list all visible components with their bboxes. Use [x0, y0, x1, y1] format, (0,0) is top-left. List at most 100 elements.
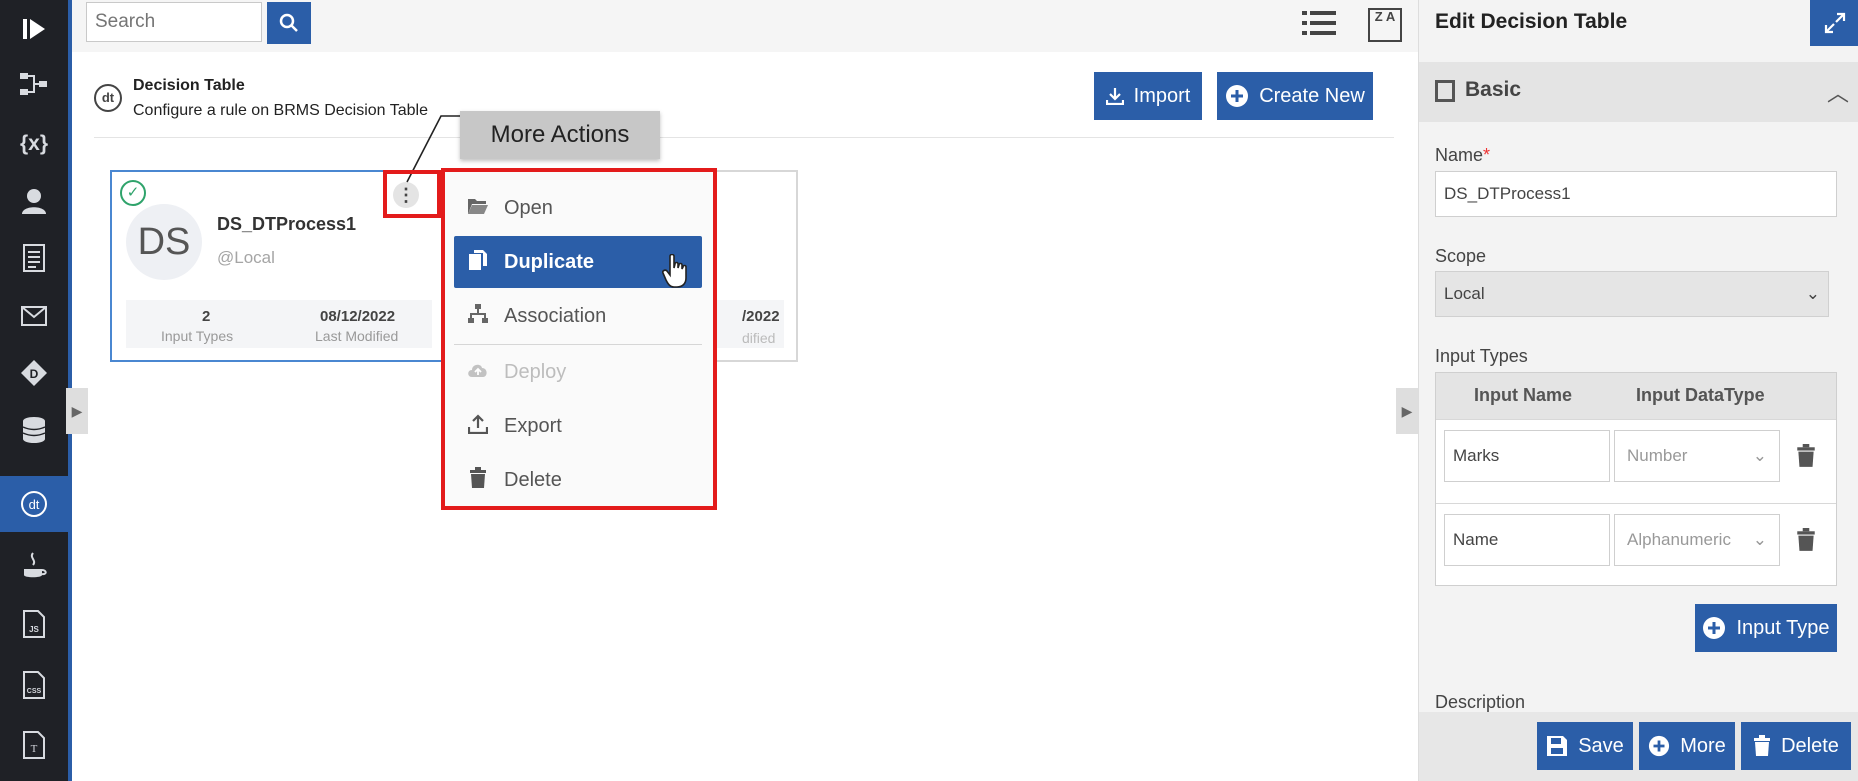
menu-item-open[interactable]: Open — [454, 182, 702, 234]
create-new-label: Create New — [1259, 84, 1365, 107]
delete-row-button[interactable] — [1796, 444, 1816, 468]
name-field[interactable]: DS_DTProcess1 — [1435, 171, 1837, 217]
variables-icon[interactable]: {x} — [0, 115, 68, 173]
left-nav-rail: {x} D dt JS CSS T — [0, 0, 72, 781]
chevron-up-icon: ︿ — [1827, 81, 1850, 106]
save-icon — [1547, 736, 1568, 756]
input-name-field[interactable]: Name — [1444, 514, 1610, 566]
last-modified-value: 08/12/2022 — [320, 308, 396, 325]
svg-text:T: T — [31, 743, 38, 755]
svg-text:CSS: CSS — [27, 688, 42, 695]
menu-item-label: Duplicate — [504, 250, 595, 273]
cloud-upload-icon — [466, 361, 490, 384]
css-file-icon[interactable]: CSS — [0, 656, 68, 714]
decision-table-header-icon: dt — [94, 84, 122, 112]
table-row: Marks Number ⌄ — [1436, 419, 1836, 504]
col-input-name: Input Name — [1474, 385, 1573, 405]
menu-item-label: Deploy — [504, 360, 567, 383]
document-icon[interactable] — [0, 229, 68, 287]
input-type-label: Input Type — [1736, 616, 1830, 639]
save-button[interactable]: Save — [1537, 722, 1633, 770]
panel-footer: Save More Delete — [1419, 712, 1858, 781]
database-icon[interactable] — [0, 401, 68, 459]
js-file-icon[interactable]: JS — [0, 595, 68, 653]
description-label: Description — [1435, 692, 1526, 712]
java-icon[interactable] — [0, 537, 68, 595]
input-types-table: Input Name Input DataType Marks Number ⌄… — [1435, 372, 1837, 586]
menu-item-label: Association — [504, 304, 607, 327]
menu-item-deploy: Deploy — [454, 346, 702, 398]
hand-cursor-icon — [662, 253, 688, 295]
upload-icon — [466, 413, 490, 439]
text-file-icon[interactable]: T — [0, 716, 68, 774]
search-button[interactable] — [267, 2, 311, 44]
menu-item-association[interactable]: Association — [454, 290, 702, 342]
page-title: Decision Table — [133, 77, 245, 94]
search-input[interactable] — [86, 2, 262, 42]
section-icon — [1435, 80, 1455, 102]
card-scope: @Local — [217, 248, 275, 267]
panel-title: Edit Decision Table — [1435, 10, 1628, 33]
decision-icon[interactable]: D — [0, 344, 68, 402]
list-view-button[interactable] — [1301, 8, 1337, 40]
plus-circle-icon — [1649, 735, 1670, 757]
download-icon — [1105, 88, 1124, 105]
menu-item-label: Delete — [504, 468, 562, 491]
scope-label: Scope — [1435, 246, 1487, 266]
trash-icon — [1797, 444, 1815, 467]
delete-label: Delete — [1781, 734, 1839, 757]
table-header: Input Name Input DataType — [1436, 373, 1836, 419]
menu-divider — [454, 344, 702, 345]
input-types-count: 2 — [202, 308, 211, 325]
import-label: Import — [1133, 84, 1191, 107]
name-label: Name* — [1435, 145, 1491, 165]
card2-modified-value: /2022 — [742, 308, 780, 325]
col-input-datatype: Input DataType — [1636, 385, 1765, 405]
decision-table-icon[interactable]: dt — [0, 476, 68, 532]
collapse-left-toggle[interactable]: ▶ — [66, 388, 88, 434]
process-flow-icon[interactable] — [0, 55, 68, 113]
input-name-field[interactable]: Marks — [1444, 430, 1610, 482]
section-title: Basic — [1465, 78, 1522, 101]
expand-button[interactable] — [1810, 0, 1858, 46]
more-actions-menu: Open Duplicate Association Deploy Export… — [441, 168, 717, 510]
check-circle-icon: ✓ — [120, 180, 146, 206]
edit-panel: Edit Decision Table Basic ︿ Name* DS_DTP… — [1418, 0, 1858, 781]
chevron-down-icon: ⌄ — [1752, 446, 1767, 465]
add-input-type-button[interactable]: Input Type — [1695, 604, 1837, 652]
mail-icon[interactable] — [0, 287, 68, 345]
collapse-right-toggle[interactable]: ▶ — [1396, 388, 1418, 434]
card-title: DS_DTProcess1 — [217, 214, 357, 234]
sort-button[interactable]: Z A — [1368, 8, 1402, 42]
trash-icon — [1754, 735, 1771, 756]
main-content: dt Decision Table Configure a rule on BR… — [72, 52, 1418, 781]
header-divider — [94, 137, 1394, 138]
menu-item-export[interactable]: Export — [454, 400, 702, 452]
svg-text:D: D — [30, 367, 39, 381]
trash-icon — [466, 466, 490, 494]
import-button[interactable]: Import — [1094, 72, 1202, 120]
last-modified-label: Last Modified — [315, 328, 399, 344]
user-icon[interactable] — [0, 172, 68, 230]
logo-icon[interactable] — [0, 0, 68, 58]
chevron-down-icon: ⌄ — [1752, 530, 1767, 549]
create-new-button[interactable]: Create New — [1217, 72, 1373, 120]
avatar: DS — [126, 204, 202, 280]
sort-icon: Z A — [1374, 9, 1396, 24]
card2-modified-label: dified — [742, 330, 776, 346]
input-types-label: Input Types — [161, 328, 234, 344]
expand-icon — [1824, 12, 1845, 34]
plus-circle-icon — [1703, 617, 1726, 639]
delete-button[interactable]: Delete — [1741, 722, 1851, 770]
basic-section-header[interactable]: Basic ︿ — [1419, 62, 1858, 122]
search-icon — [279, 13, 298, 32]
folder-open-icon — [466, 197, 490, 220]
menu-item-delete[interactable]: Delete — [454, 454, 702, 506]
delete-row-button[interactable] — [1796, 528, 1816, 552]
input-datatype-select[interactable]: Alphanumeric ⌄ — [1614, 514, 1780, 566]
more-actions-highlight — [383, 170, 441, 218]
input-datatype-select[interactable]: Number ⌄ — [1614, 430, 1780, 482]
scope-select[interactable]: Local ⌄ — [1435, 271, 1829, 317]
hierarchy-icon — [466, 303, 490, 330]
more-button[interactable]: More — [1639, 722, 1735, 770]
